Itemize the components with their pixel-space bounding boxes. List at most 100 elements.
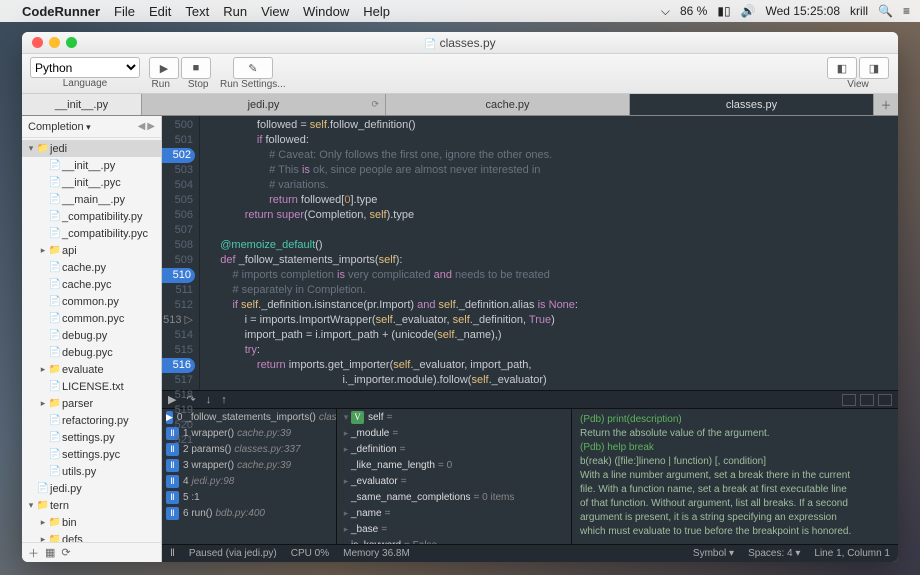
- disclosure-icon[interactable]: ▾: [26, 143, 36, 154]
- run-button[interactable]: ▶: [149, 57, 179, 79]
- line-number[interactable]: 519: [162, 403, 193, 418]
- tree-item[interactable]: cache.pyc: [22, 276, 161, 293]
- tree-item[interactable]: common.pyc: [22, 310, 161, 327]
- notifications-icon[interactable]: ≡: [903, 4, 910, 18]
- spotlight-icon[interactable]: 🔍: [878, 4, 893, 18]
- app-name[interactable]: CodeRunner: [22, 4, 100, 19]
- disclosure-icon[interactable]: ▸: [38, 534, 48, 542]
- stack-frame[interactable]: Ⅱ6 run() bdb.py:400: [162, 505, 336, 521]
- disclosure-icon[interactable]: ▸: [38, 245, 48, 256]
- run-settings-button[interactable]: ✎: [233, 57, 273, 79]
- line-number[interactable]: 500: [162, 118, 193, 133]
- volume-icon[interactable]: 🔊: [741, 4, 756, 18]
- menu-window[interactable]: Window: [303, 4, 349, 19]
- line-number[interactable]: 515: [162, 343, 193, 358]
- nav-back-icon[interactable]: ◀: [138, 121, 146, 132]
- dbg-step-out-icon[interactable]: ↑: [221, 394, 227, 406]
- tree-item[interactable]: _compatibility.py: [22, 208, 161, 225]
- line-number[interactable]: 501: [162, 133, 193, 148]
- tree-item[interactable]: ▾jedi: [22, 140, 161, 157]
- tree-item[interactable]: debug.pyc: [22, 344, 161, 361]
- tree-item[interactable]: ▸api: [22, 242, 161, 259]
- dbg-layout-2-icon[interactable]: [860, 394, 874, 406]
- stack-frame[interactable]: Ⅱ5 :1: [162, 489, 336, 505]
- battery-icon[interactable]: ▮▯: [717, 4, 730, 18]
- tree-item[interactable]: ▸defs: [22, 531, 161, 542]
- variables-panel[interactable]: ▾Vself = ▸_module = ▸_definition = _like…: [337, 409, 572, 544]
- tree-item[interactable]: __init__.py: [22, 157, 161, 174]
- sidebar-scope-dropdown[interactable]: Completion: [28, 121, 134, 133]
- status-spaces[interactable]: Spaces: 4 ▾: [748, 548, 800, 559]
- stop-button[interactable]: ■: [181, 57, 211, 79]
- grid-icon[interactable]: ▦: [45, 546, 55, 559]
- view-panel-button[interactable]: ◨: [859, 57, 889, 79]
- menu-help[interactable]: Help: [363, 4, 390, 19]
- dbg-layout-3-icon[interactable]: [878, 394, 892, 406]
- tree-item[interactable]: __main__.py: [22, 191, 161, 208]
- tree-item[interactable]: LICENSE.txt: [22, 378, 161, 395]
- dbg-layout-1-icon[interactable]: [842, 394, 856, 406]
- variable-row[interactable]: ▾Vself =: [337, 409, 571, 425]
- line-number[interactable]: 513 ▷: [162, 313, 193, 328]
- add-icon[interactable]: ＋: [28, 545, 39, 561]
- tree-item[interactable]: _compatibility.pyc: [22, 225, 161, 242]
- variable-row[interactable]: is_keyword = False: [337, 537, 571, 544]
- new-tab-button[interactable]: ＋: [874, 94, 898, 115]
- line-number[interactable]: 503: [162, 163, 193, 178]
- line-number[interactable]: 508: [162, 238, 193, 253]
- reload-icon[interactable]: ⟳: [61, 546, 70, 559]
- tree-item[interactable]: ▸evaluate: [22, 361, 161, 378]
- nav-fwd-icon[interactable]: ▶: [147, 121, 155, 132]
- file-tree[interactable]: ▾jedi__init__.py__init__.pyc__main__.py_…: [22, 138, 161, 542]
- line-number[interactable]: 520: [162, 418, 193, 433]
- disclosure-icon[interactable]: ▸: [38, 517, 48, 528]
- tab-jedi-py[interactable]: jedi.py⟳: [142, 94, 386, 115]
- stack-frame[interactable]: Ⅱ3 wrapper() cache.py:39: [162, 457, 336, 473]
- menu-run[interactable]: Run: [223, 4, 247, 19]
- tree-item[interactable]: settings.pyc: [22, 446, 161, 463]
- line-number[interactable]: 516: [162, 358, 195, 373]
- line-number[interactable]: 507: [162, 223, 193, 238]
- line-number[interactable]: 512: [162, 298, 193, 313]
- variable-row[interactable]: _like_name_length = 0: [337, 457, 571, 473]
- menu-edit[interactable]: Edit: [149, 4, 171, 19]
- line-number[interactable]: 518: [162, 388, 193, 403]
- menu-file[interactable]: File: [114, 4, 135, 19]
- line-number[interactable]: 504: [162, 178, 193, 193]
- line-number[interactable]: 511: [162, 283, 193, 298]
- status-symbol[interactable]: Symbol ▾: [693, 548, 734, 559]
- stack-frame[interactable]: Ⅱ4 jedi.py:98: [162, 473, 336, 489]
- variable-row[interactable]: ▸_base =: [337, 521, 571, 537]
- view-sidebar-button[interactable]: ◧: [827, 57, 857, 79]
- variable-row[interactable]: ▸_evaluator =: [337, 473, 571, 489]
- line-number[interactable]: 502: [162, 148, 195, 163]
- line-number[interactable]: 505: [162, 193, 193, 208]
- variable-row[interactable]: ▸_definition =: [337, 441, 571, 457]
- line-number[interactable]: 506: [162, 208, 193, 223]
- disclosure-icon[interactable]: ▾: [26, 500, 36, 511]
- pause-icon[interactable]: Ⅱ: [170, 548, 175, 559]
- tree-item[interactable]: ▾tern: [22, 497, 161, 514]
- variable-row[interactable]: ▸_name =: [337, 505, 571, 521]
- line-number[interactable]: 521: [162, 433, 193, 448]
- line-number[interactable]: 510: [162, 268, 195, 283]
- tree-item[interactable]: __init__.pyc: [22, 174, 161, 191]
- menu-text[interactable]: Text: [185, 4, 209, 19]
- wifi-icon[interactable]: ⌵: [661, 4, 670, 19]
- user-name[interactable]: krill: [850, 4, 868, 18]
- tab-__init__-py[interactable]: __init__.py: [22, 94, 142, 115]
- dbg-step-in-icon[interactable]: ↓: [206, 394, 212, 406]
- tree-item[interactable]: ▸bin: [22, 514, 161, 531]
- line-number[interactable]: 509: [162, 253, 193, 268]
- tree-item[interactable]: common.py: [22, 293, 161, 310]
- tree-item[interactable]: ▸parser: [22, 395, 161, 412]
- tree-item[interactable]: jedi.py: [22, 480, 161, 497]
- code-editor[interactable]: 5005015025035045055065075085095105115125…: [162, 116, 898, 390]
- tree-item[interactable]: refactoring.py: [22, 412, 161, 429]
- language-select[interactable]: Python: [30, 57, 140, 78]
- debug-console[interactable]: (Pdb) print(description)Return the absol…: [572, 409, 898, 544]
- line-number[interactable]: 517: [162, 373, 193, 388]
- variable-row[interactable]: _same_name_completions = 0 items: [337, 489, 571, 505]
- disclosure-icon[interactable]: ▸: [38, 398, 48, 409]
- tree-item[interactable]: utils.py: [22, 463, 161, 480]
